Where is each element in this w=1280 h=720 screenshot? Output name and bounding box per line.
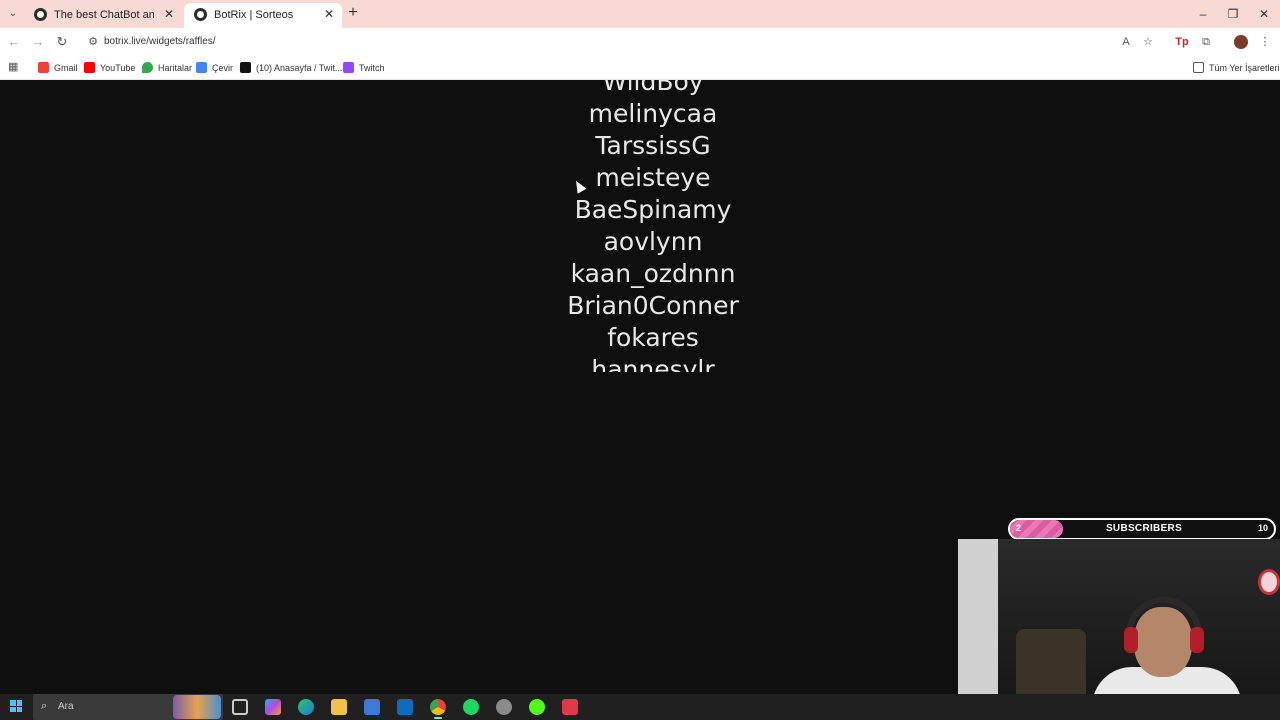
windows-start-icon[interactable] (10, 700, 22, 712)
folder-icon (1193, 62, 1204, 73)
tab-search-button[interactable]: ⌄ (6, 7, 20, 21)
bookmarks-bar: ▦ Gmail YouTube Haritalar Çevir (10) Ana… (0, 56, 1280, 80)
menu-kebab-icon[interactable]: ⋮ (1257, 34, 1273, 50)
raffle-page: WildBoy melinycaa TarssissG meisteye Bae… (0, 80, 1280, 694)
x-icon (240, 62, 251, 73)
webcam-light (1258, 569, 1280, 595)
bookmark-label: Çevir (212, 63, 234, 73)
windows-taskbar: ⌕ Ara (0, 694, 1280, 720)
raffle-name: melinycaa (588, 99, 718, 128)
tab-close-icon[interactable]: ✕ (322, 7, 336, 21)
webcam-wall (958, 539, 998, 694)
close-window-icon[interactable]: ✕ (1256, 6, 1272, 22)
chrome-icon[interactable] (430, 699, 446, 719)
tab-close-icon[interactable]: ✕ (162, 7, 176, 21)
search-highlight-image (173, 695, 221, 719)
new-tab-button[interactable]: + (345, 5, 361, 21)
goal-label: SUBSCRIBERS (1105, 523, 1183, 534)
spotify-icon[interactable] (463, 699, 479, 715)
apps-grid-icon[interactable]: ▦ (8, 61, 20, 73)
kick-icon[interactable] (529, 699, 545, 715)
raffle-name: BaeSpinamy (574, 195, 732, 224)
bookmark-label: YouTube (100, 63, 136, 73)
search-placeholder: Ara (58, 701, 74, 712)
youtube-icon (84, 62, 95, 73)
tab-strip: ⌄ The best ChatBot and Widgets ✕ BotRix … (0, 0, 1280, 28)
tab-sorteos[interactable]: BotRix | Sorteos ✕ (184, 3, 342, 28)
raffle-name: kaan_ozdnnn (570, 259, 736, 288)
edge-icon[interactable] (298, 699, 314, 715)
browser-toolbar: ← → ↻ ⚙ botrix.live/widgets/raffles/ A ☆… (0, 28, 1280, 56)
translate-icon[interactable]: A (1118, 34, 1134, 50)
raffle-name: hannesylr (591, 355, 715, 372)
tab-title: The best ChatBot and Widgets (54, 9, 154, 21)
raffle-names-window: WildBoy melinycaa TarssissG meisteye Bae… (520, 80, 786, 372)
bookmark-maps[interactable]: Haritalar (142, 61, 192, 75)
maps-icon (142, 62, 153, 73)
bookmark-label: Tüm Yer İşaretleri (1209, 63, 1280, 73)
headset-ear-left (1124, 627, 1138, 653)
extensions-puzzle-icon[interactable]: ⧉ (1198, 34, 1214, 50)
obs-icon[interactable] (496, 699, 512, 715)
profile-avatar[interactable] (1234, 35, 1248, 49)
raffle-names-list: WildBoy melinycaa TarssissG meisteye Bae… (520, 80, 786, 372)
taskbar-search[interactable]: ⌕ Ara (33, 694, 223, 720)
bookmark-x[interactable]: (10) Anasayfa / Twit... (240, 61, 342, 75)
twitch-icon (343, 62, 354, 73)
raffle-name: fokares (607, 323, 699, 352)
webcam-chair (1016, 629, 1086, 694)
bookmark-star-icon[interactable]: ☆ (1140, 34, 1156, 50)
headset-ear-right (1190, 627, 1204, 653)
extension-icon[interactable]: Tp (1174, 34, 1190, 50)
tab-chatbot[interactable]: The best ChatBot and Widgets ✕ (24, 3, 182, 28)
raffle-name: TarssissG (595, 131, 711, 160)
raffle-name: WildBoy (602, 80, 704, 96)
webcam-overlay (958, 539, 1280, 694)
task-view-icon[interactable] (232, 699, 248, 715)
raffle-name: aovlynn (603, 227, 703, 256)
translate-icon (196, 62, 207, 73)
bookmark-youtube[interactable]: YouTube (84, 61, 135, 75)
search-icon: ⌕ (41, 700, 48, 712)
bookmark-label: Gmail (54, 63, 78, 73)
bookmark-gmail[interactable]: Gmail (38, 61, 78, 75)
minimize-icon[interactable]: – (1195, 6, 1211, 22)
botrix-favicon-icon (34, 8, 47, 21)
store-icon[interactable] (364, 699, 380, 715)
url-text: botrix.live/widgets/raffles/ (104, 36, 216, 47)
bookmark-label: Twitch (359, 63, 385, 73)
address-bar[interactable]: ⚙ botrix.live/widgets/raffles/ (78, 31, 1168, 53)
forward-icon[interactable]: → (30, 34, 46, 50)
file-explorer-icon[interactable] (331, 699, 347, 715)
all-bookmarks[interactable]: Tüm Yer İşaretleri (1193, 61, 1280, 75)
reload-icon[interactable]: ↻ (54, 34, 70, 50)
bookmark-label: Haritalar (158, 63, 193, 73)
bookmark-twitch[interactable]: Twitch (343, 61, 385, 75)
bookmark-label: (10) Anasayfa / Twit... (256, 63, 343, 73)
site-info-icon[interactable]: ⚙ (86, 35, 100, 49)
gmail-icon (38, 62, 49, 73)
goal-target: 10 (1257, 523, 1268, 533)
raffle-name: Brian0Conner (567, 291, 739, 320)
bookmark-translate[interactable]: Çevir (196, 61, 233, 75)
raffle-name: meisteye (595, 163, 711, 192)
app-icon[interactable] (562, 699, 578, 715)
back-icon[interactable]: ← (6, 34, 22, 50)
subscriber-goal-bar: 2 SUBSCRIBERS 10 (1008, 518, 1276, 540)
botrix-favicon-icon (194, 8, 207, 21)
restore-icon[interactable]: ❐ (1225, 6, 1241, 22)
tab-title: BotRix | Sorteos (214, 9, 294, 21)
outlook-icon[interactable] (397, 699, 413, 715)
copilot-icon[interactable] (265, 699, 281, 715)
